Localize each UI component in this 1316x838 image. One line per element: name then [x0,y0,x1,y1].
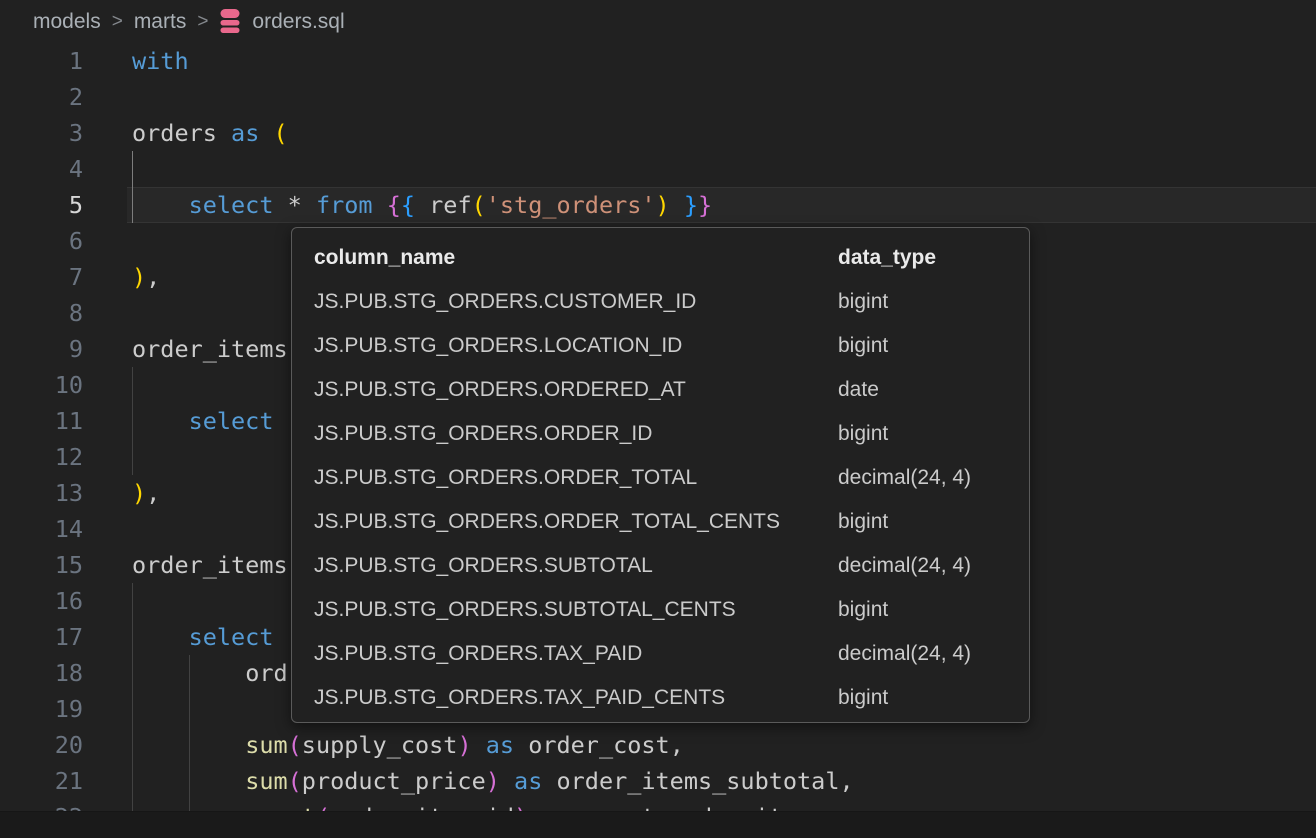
popup-cell-column-name: JS.PUB.STG_ORDERS.TAX_PAID [314,642,838,666]
line-number: 19 [0,691,83,727]
code-line[interactable]: 3 orders as ( [0,115,1316,151]
line-number: 14 [0,511,83,547]
line-number: 10 [0,367,83,403]
line-number: 13 [0,475,83,511]
line-number: 18 [0,655,83,691]
popup-row: JS.PUB.STG_ORDERS.CUSTOMER_IDbigint [314,280,1029,324]
editor-bottom-strip [0,811,1316,838]
code-text: sum(product_price) as order_items_subtot… [132,767,854,795]
code-line[interactable]: 1 with [0,43,1316,79]
popup-cell-column-name: JS.PUB.STG_ORDERS.ORDER_TOTAL [314,466,838,490]
indent-guide [189,691,190,727]
popup-cell-data-type: decimal(24, 4) [838,642,1029,666]
popup-cell-data-type: decimal(24, 4) [838,466,1029,490]
popup-row: JS.PUB.STG_ORDERS.TAX_PAID_CENTSbigint [314,676,1029,720]
popup-cell-data-type: bigint [838,422,1029,446]
breadcrumb-file-name[interactable]: orders.sql [252,10,344,34]
popup-header-column-name: column_name [314,246,838,270]
code-line[interactable]: 2 [0,79,1316,115]
popup-cell-data-type: bigint [838,290,1029,314]
breadcrumb-item-models[interactable]: models [33,10,101,34]
popup-header-row: column_name data_type [314,236,1029,280]
code-text: select * from {{ ref('stg_orders') }} [132,191,712,219]
line-number: 1 [0,43,83,79]
hover-popup-column-table: column_name data_type JS.PUB.STG_ORDERS.… [291,227,1030,723]
line-number: 2 [0,79,83,115]
indent-guide [132,151,133,187]
code-text: ), [132,263,160,291]
popup-row: JS.PUB.STG_ORDERS.LOCATION_IDbigint [314,324,1029,368]
code-text: select [132,623,273,651]
line-number: 3 [0,115,83,151]
code-editor-window: models > marts > orders.sql 1 with 23 order… [0,0,1316,838]
line-number: 8 [0,295,83,331]
indent-guide [132,583,133,619]
popup-row: JS.PUB.STG_ORDERS.ORDER_TOTAL_CENTSbigin… [314,500,1029,544]
line-number: 15 [0,547,83,583]
breadcrumb: models > marts > orders.sql [0,0,1316,43]
line-number: 7 [0,259,83,295]
code-text: orders as ( [132,119,288,147]
breadcrumb-item-marts[interactable]: marts [134,10,187,34]
code-text: ord [132,659,288,687]
breadcrumb-separator: > [112,11,123,33]
code-text: order_items [132,335,288,363]
line-number: 21 [0,763,83,799]
code-line[interactable]: 5 select * from {{ ref('stg_orders') }} [0,187,1316,223]
popup-cell-data-type: date [838,378,1029,402]
popup-cell-data-type: bigint [838,510,1029,534]
popup-cell-column-name: JS.PUB.STG_ORDERS.TAX_PAID_CENTS [314,686,838,710]
popup-cell-column-name: JS.PUB.STG_ORDERS.CUSTOMER_ID [314,290,838,314]
popup-cell-column-name: JS.PUB.STG_ORDERS.LOCATION_ID [314,334,838,358]
code-line[interactable]: 21 sum(product_price) as order_items_sub… [0,763,1316,799]
indent-guide [132,691,133,727]
line-number: 6 [0,223,83,259]
line-number: 5 [0,187,83,223]
database-icon [218,8,242,35]
popup-cell-column-name: JS.PUB.STG_ORDERS.ORDER_ID [314,422,838,446]
popup-cell-column-name: JS.PUB.STG_ORDERS.SUBTOTAL [314,554,838,578]
line-number: 4 [0,151,83,187]
code-text: select [132,407,273,435]
popup-cell-data-type: decimal(24, 4) [838,554,1029,578]
popup-row: JS.PUB.STG_ORDERS.ORDERED_ATdate [314,368,1029,412]
line-number: 11 [0,403,83,439]
code-text: with [132,47,189,75]
line-number: 16 [0,583,83,619]
indent-guide [132,439,133,475]
popup-cell-column-name: JS.PUB.STG_ORDERS.ORDERED_AT [314,378,838,402]
popup-row: JS.PUB.STG_ORDERS.ORDER_TOTALdecimal(24,… [314,456,1029,500]
code-text: sum(supply_cost) as order_cost, [132,731,684,759]
code-line[interactable]: 20 sum(supply_cost) as order_cost, [0,727,1316,763]
popup-cell-data-type: bigint [838,598,1029,622]
code-text: ), [132,479,160,507]
popup-row: JS.PUB.STG_ORDERS.SUBTOTAL_CENTSbigint [314,588,1029,632]
line-number: 9 [0,331,83,367]
popup-cell-data-type: bigint [838,334,1029,358]
popup-header-data-type: data_type [838,246,1029,270]
popup-row: JS.PUB.STG_ORDERS.SUBTOTALdecimal(24, 4) [314,544,1029,588]
popup-row: JS.PUB.STG_ORDERS.TAX_PAIDdecimal(24, 4) [314,632,1029,676]
popup-cell-column-name: JS.PUB.STG_ORDERS.SUBTOTAL_CENTS [314,598,838,622]
indent-guide [132,367,133,403]
popup-row: JS.PUB.STG_ORDERS.ORDER_IDbigint [314,412,1029,456]
code-text: order_items [132,551,288,579]
code-line[interactable]: 4 [0,151,1316,187]
line-number: 12 [0,439,83,475]
line-number: 17 [0,619,83,655]
breadcrumb-separator: > [197,11,208,33]
line-number: 20 [0,727,83,763]
popup-cell-column-name: JS.PUB.STG_ORDERS.ORDER_TOTAL_CENTS [314,510,838,534]
popup-cell-data-type: bigint [838,686,1029,710]
